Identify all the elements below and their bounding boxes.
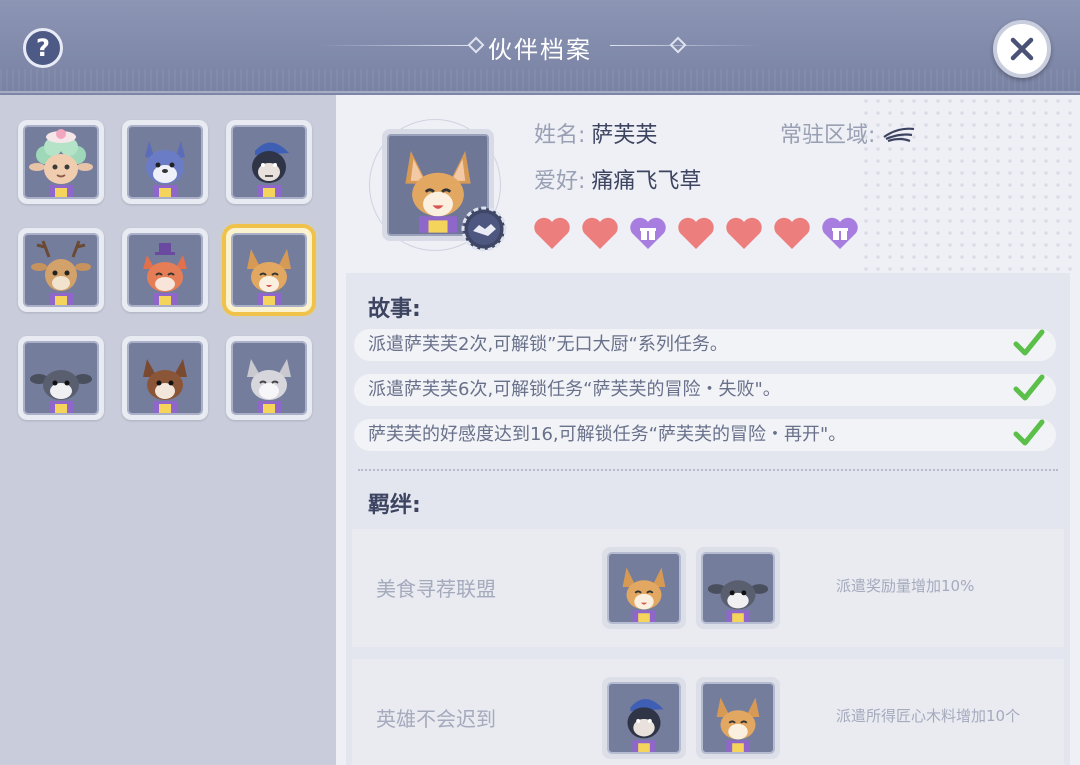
- check-icon: [1013, 374, 1045, 401]
- story-title: 故事:: [368, 297, 421, 322]
- bond-member-husky[interactable]: [696, 547, 780, 629]
- bond-effect: 派遣所得匠心木料增加10个: [836, 707, 1021, 725]
- deer-avatar-icon: [31, 240, 91, 305]
- husky-avatar-icon: [30, 370, 92, 413]
- bond-member-corgi[interactable]: [602, 547, 686, 629]
- name-value: 萨芙芙: [591, 123, 658, 148]
- corgi-avatar-icon: [622, 567, 666, 622]
- partner-slot-brown-dog[interactable]: [122, 336, 208, 420]
- partner-slot-deer[interactable]: [18, 228, 104, 312]
- heart-icon: [678, 217, 714, 249]
- close-button[interactable]: [993, 20, 1051, 78]
- heart-icon: [582, 217, 618, 249]
- partner-slot-fox[interactable]: [122, 228, 208, 312]
- partner-slot-corgi[interactable]: [226, 228, 312, 312]
- partner-slot-cat[interactable]: [226, 336, 312, 420]
- story-task-text: 派遣萨芙芙2次,可解锁”无口大厨“系列任务。: [368, 334, 728, 355]
- affection-hearts: [532, 215, 860, 251]
- bond-member-gorilla[interactable]: [602, 677, 686, 759]
- story-task: 萨芙芙的好感度达到16,可解锁任务“萨芙芙的冒险・再开"。: [354, 419, 1056, 451]
- bond-name: 美食寻荐联盟: [376, 577, 496, 601]
- story-task: 派遣萨芙芙2次,可解锁”无口大厨“系列任务。: [354, 329, 1056, 361]
- bond-name: 英雄不会迟到: [376, 707, 496, 731]
- partner-slot-gorilla[interactable]: [226, 120, 312, 204]
- name-row: 姓名: 萨芙芙: [534, 117, 657, 149]
- partner-detail: 姓名: 萨芙芙 常驻区域: 爱好: 痛痛飞飞草 故事: 派遣萨芙芙2次,可解锁”无口…: [336, 95, 1080, 765]
- hobby-row: 爱好: 痛痛飞飞草: [534, 163, 701, 195]
- partner-slot-sheep[interactable]: [18, 120, 104, 204]
- handshake-badge-icon: [461, 206, 507, 252]
- brown-dog-avatar-icon: [143, 359, 187, 413]
- bond-item: 英雄不会迟到 派遣所得匠心木料增加10个: [352, 659, 1064, 765]
- hobby-value: 痛痛飞飞草: [591, 169, 702, 194]
- heart-icon: [534, 217, 570, 249]
- region-row: 常驻区域:: [780, 117, 916, 149]
- corgi-avatar-icon: [247, 249, 291, 305]
- title-line-right: [610, 45, 760, 46]
- sheep-avatar-icon: [29, 129, 93, 197]
- bond-section: 羁绊: 美食寻荐联盟 派遣奖励量增加10% 英雄不会迟到 派遣所得匠心木料增加1…: [346, 473, 1070, 765]
- partner-roster: [0, 95, 336, 765]
- help-button[interactable]: ?: [23, 28, 63, 68]
- corgi-avatar-icon: [716, 697, 760, 752]
- check-icon: [1013, 419, 1045, 446]
- story-task-text: 萨芙芙的好感度达到16,可解锁任务“萨芙芙的冒险・再开"。: [368, 424, 847, 445]
- hobby-label: 爱好:: [534, 169, 586, 194]
- page-title: 伙伴档案: [488, 36, 592, 64]
- close-icon: [1010, 37, 1034, 61]
- story-task-text: 派遣萨芙芙6次,可解锁任务“萨芙芙的冒险・失败"。: [368, 379, 781, 400]
- bond-member-corgi[interactable]: [696, 677, 780, 759]
- gorilla-avatar-icon: [627, 699, 664, 752]
- story-section: 故事: 派遣萨芙芙2次,可解锁”无口大厨“系列任务。 派遣萨芙芙6次,可解锁任务…: [346, 273, 1070, 473]
- bond-item: 美食寻荐联盟 派遣奖励量增加10%: [352, 529, 1064, 647]
- bond-title: 羁绊:: [368, 493, 421, 518]
- header-decoration: [0, 69, 1080, 91]
- gorilla-avatar-icon: [252, 142, 289, 197]
- bond-effect: 派遣奖励量增加10%: [836, 577, 975, 595]
- gift-heart-icon: [630, 217, 666, 249]
- name-label: 姓名:: [534, 123, 586, 148]
- heart-icon: [726, 217, 762, 249]
- wolf-avatar-icon: [145, 141, 185, 197]
- partner-slot-wolf[interactable]: [122, 120, 208, 204]
- section-divider: [358, 469, 1058, 471]
- partner-slot-husky[interactable]: [18, 336, 104, 420]
- header-bar: ? 伙伴档案: [0, 0, 1080, 93]
- husky-avatar-icon: [707, 580, 769, 622]
- heart-icon: [774, 217, 810, 249]
- story-task: 派遣萨芙芙6次,可解锁任务“萨芙芙的冒险・失败"。: [354, 374, 1056, 406]
- gift-heart-icon: [822, 217, 858, 249]
- cat-avatar-icon: [247, 359, 291, 413]
- region-label: 常驻区域:: [780, 123, 876, 148]
- title-group: 伙伴档案: [320, 24, 760, 68]
- check-icon: [1013, 329, 1045, 356]
- wing-icon: [883, 127, 915, 143]
- fox-avatar-icon: [143, 243, 187, 305]
